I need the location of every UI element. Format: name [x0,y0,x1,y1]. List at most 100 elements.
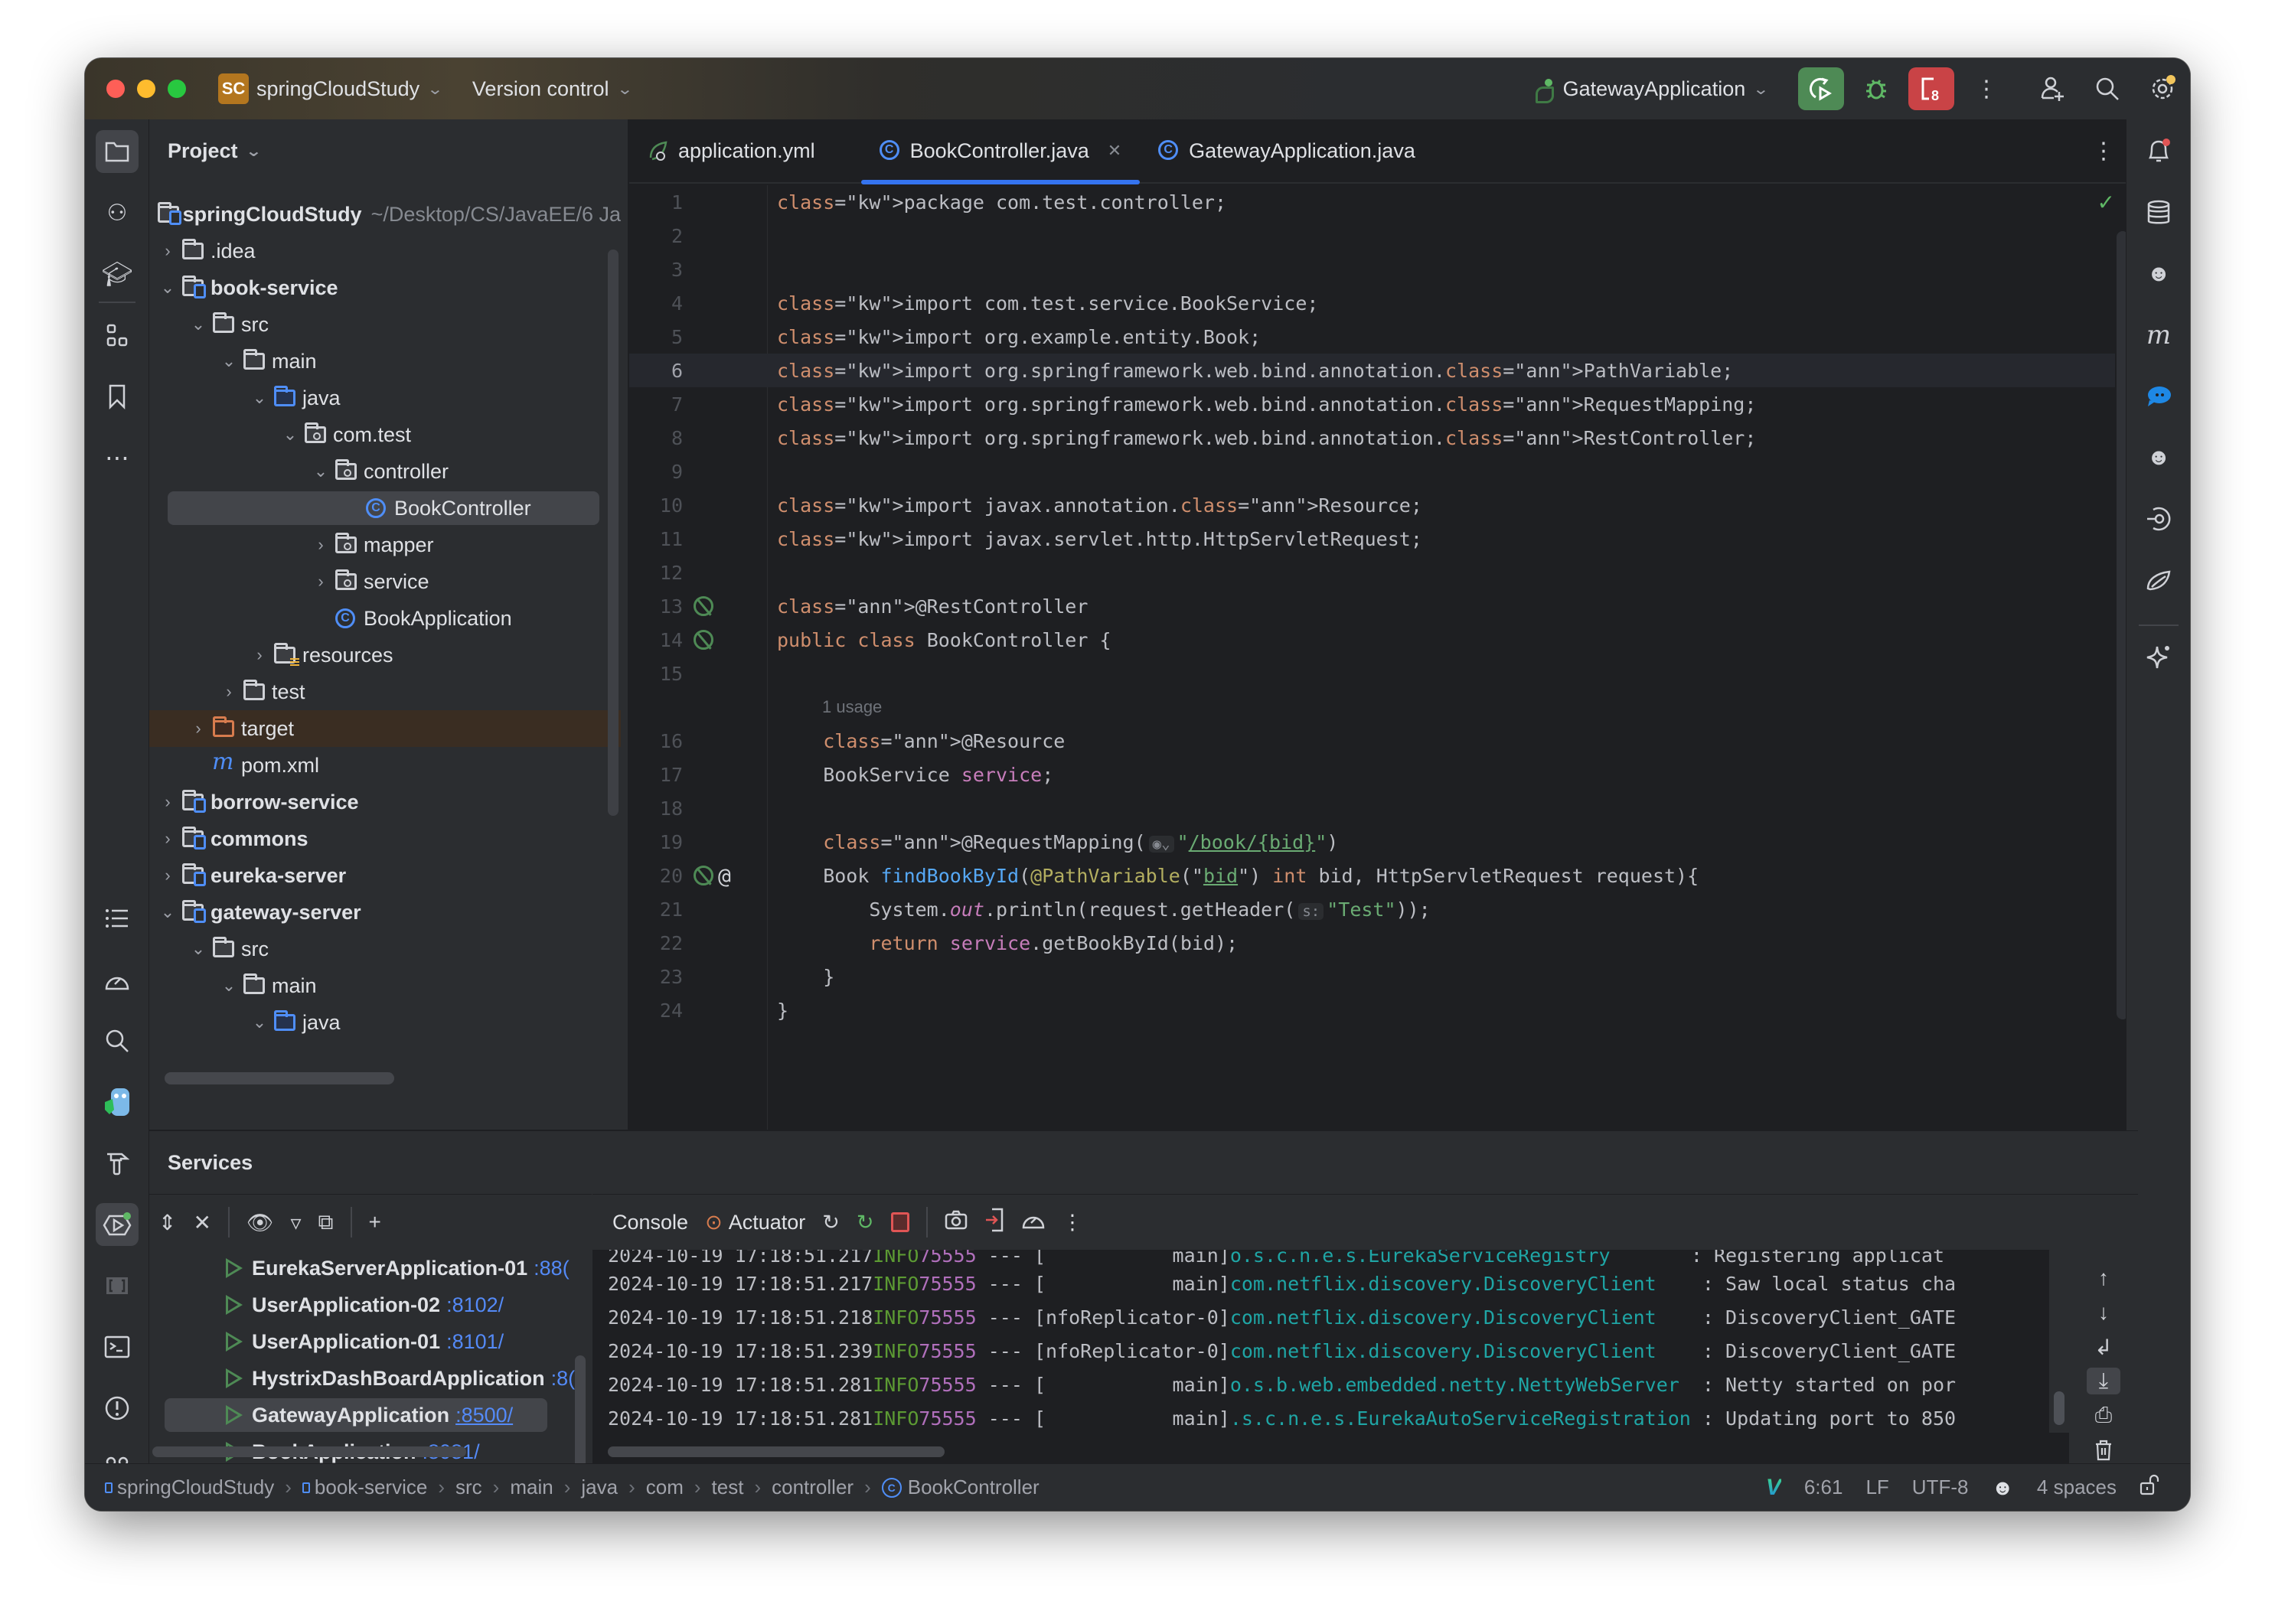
indent-setting[interactable]: 4 spaces [2037,1476,2117,1499]
tree-item[interactable]: ⌄ controller [149,453,621,490]
tree-item[interactable]: › mapper [149,527,621,563]
run-configuration-selector[interactable]: GatewayApplication ⌄ [1531,76,1770,103]
dump-threads-button[interactable] [945,1209,968,1236]
breadcrumb-item[interactable]: main [510,1476,553,1499]
code-line[interactable]: 9 [629,455,2115,488]
usage-inlay[interactable]: 1 usage [629,690,2115,724]
chevron-down-icon[interactable]: ⌄ [186,315,211,334]
tree-item[interactable]: › target [149,710,621,747]
code-line[interactable]: 3 [629,253,2115,286]
service-item[interactable]: HystrixDashBoardApplication:8( [149,1360,578,1397]
chevron-right-icon[interactable]: › [247,645,272,665]
code-line[interactable]: 8 class="kw">import org.springframework.w… [629,421,2115,455]
cursor-position[interactable]: 6:61 [1804,1476,1843,1499]
tree-item[interactable]: › .idea [149,233,621,269]
project-selector[interactable]: springCloudStudy [256,77,419,101]
breadcrumb-item[interactable]: book-service [302,1476,427,1499]
tree-item[interactable]: › test [149,673,621,710]
chevron-down-icon[interactable]: ⌄ [278,425,302,445]
chevron-down-icon[interactable]: ⌄ [186,939,211,959]
settings-button[interactable] [2140,67,2185,110]
service-item[interactable]: EurekaServerApplication-01:88( [149,1250,578,1286]
code-line[interactable]: 17 BookService service; [629,758,2115,791]
clear-all-button[interactable] [2087,1436,2120,1463]
zoom-window-button[interactable] [168,80,186,98]
close-window-button[interactable] [106,80,125,98]
file-encoding[interactable]: UTF-8 [1912,1476,1969,1499]
service-item[interactable]: GatewayApplication:8500/ [149,1397,578,1433]
tree-item[interactable]: C BookApplication [149,600,621,637]
console-log[interactable]: 2024-10-19 17:18:51.217 INFO 75555 --- [… [592,1250,2069,1433]
tree-item[interactable]: ⌄ src [149,306,621,343]
service-port-link[interactable]: :8( [551,1367,576,1391]
tree-item[interactable]: ⌄ java [149,1004,621,1041]
request-mapping-gutter-icon[interactable]: @ [718,863,731,889]
breadcrumb-item[interactable]: springCloudStudy [105,1476,274,1499]
filter-button[interactable]: ▿ [290,1210,301,1235]
search-everywhere-button[interactable] [2084,67,2130,110]
tree-item[interactable]: ⌄ src [149,931,621,967]
code-line[interactable]: 21 System.out.println(request.getHeader(… [629,892,2115,926]
console-tab[interactable]: Console [612,1211,688,1234]
tree-root[interactable]: springCloudStudy ~/Desktop/CS/JavaEE/6 J… [149,196,621,233]
scroll-down-button[interactable]: ↓ [2087,1300,2120,1326]
spring-button[interactable] [2137,559,2180,602]
project-tool-button[interactable] [96,130,139,173]
project-badge[interactable]: SC [218,73,249,104]
gutter-icons[interactable] [694,596,713,616]
tree-item[interactable]: ⌄ com.test [149,416,621,453]
code-line[interactable]: 15 [629,657,2115,690]
code-line[interactable]: 6 class="kw">import org.springframework.w… [629,354,2115,387]
problems-button[interactable] [96,1387,139,1430]
service-port-link[interactable]: :8102/ [446,1293,504,1317]
copilot-button[interactable]: ☻ [2137,253,2180,295]
code-line[interactable]: 22 return service.getBookById(bid); [629,926,2115,960]
breadcrumb-item[interactable]: java [581,1476,618,1499]
chevron-right-icon[interactable]: › [186,719,211,739]
add-collaborator-button[interactable] [2029,67,2075,110]
notifications-button[interactable] [2137,130,2180,173]
spring-bean-gutter-icon[interactable] [694,630,713,650]
find-button[interactable] [96,1019,139,1062]
terminal-button[interactable] [96,1326,139,1368]
breadcrumb-item[interactable]: src [455,1476,482,1499]
expand-all-button[interactable]: ⇕ [158,1210,176,1235]
rerun-button[interactable] [1798,67,1844,110]
chevron-right-icon[interactable]: › [308,572,333,592]
code-line[interactable]: 23 } [629,960,2115,993]
breadcrumb-item[interactable]: C BookController [881,1476,1040,1499]
code-area[interactable]: 1 class="kw">package com.test.controller;… [629,185,2138,1130]
service-port-link[interactable]: :88( [534,1257,570,1280]
structure-button[interactable] [96,314,139,357]
tree-item[interactable]: › resources [149,637,621,673]
more-actions-button[interactable]: ⋮ [1963,67,2009,110]
project-horizontal-scrollbar[interactable] [165,1072,394,1084]
more-options-button[interactable]: ⋮ [1062,1211,1083,1234]
line-separator[interactable]: LF [1865,1476,1888,1499]
chevron-down-icon[interactable]: ⌄ [155,278,180,298]
no-problems-check-icon[interactable]: ✓ [2097,190,2115,215]
code-line[interactable]: 4 class="kw">import com.test.service.Book… [629,286,2115,320]
stop-button[interactable]: 8 [1908,67,1954,110]
code-line[interactable]: 19 class="ann">@RequestMapping(◉⌄ "/book/… [629,825,2115,859]
tree-item[interactable]: ⌄ gateway-server [149,894,621,931]
code-line[interactable]: 24} [629,993,2115,1027]
database-button[interactable] [2137,191,2180,234]
chevron-down-icon[interactable]: ⌄ [308,461,333,481]
stop-service-button[interactable] [890,1212,909,1232]
chat-button[interactable] [2137,375,2180,418]
code-line[interactable]: 10 class="kw">import javax.annotation.cla… [629,488,2115,522]
code-line[interactable]: 18 [629,791,2115,825]
version-control-menu[interactable]: Version control [472,77,609,101]
tree-item[interactable]: ⌄ main [149,967,621,1004]
tree-item[interactable]: ⌄ main [149,343,621,380]
chevron-right-icon[interactable]: › [155,866,180,885]
tree-item[interactable]: › borrow-service [149,784,621,820]
chevron-right-icon[interactable]: › [155,241,180,261]
add-service-button[interactable]: + [369,1210,381,1234]
chevron-right-icon[interactable]: › [155,829,180,849]
tab-application-yml[interactable]: application.yml [629,119,834,183]
more-tools-button[interactable]: ⋯ [96,436,139,479]
read-only-toggle[interactable] [2140,1473,2159,1502]
chevron-down-icon[interactable]: ⌄ [247,388,272,408]
